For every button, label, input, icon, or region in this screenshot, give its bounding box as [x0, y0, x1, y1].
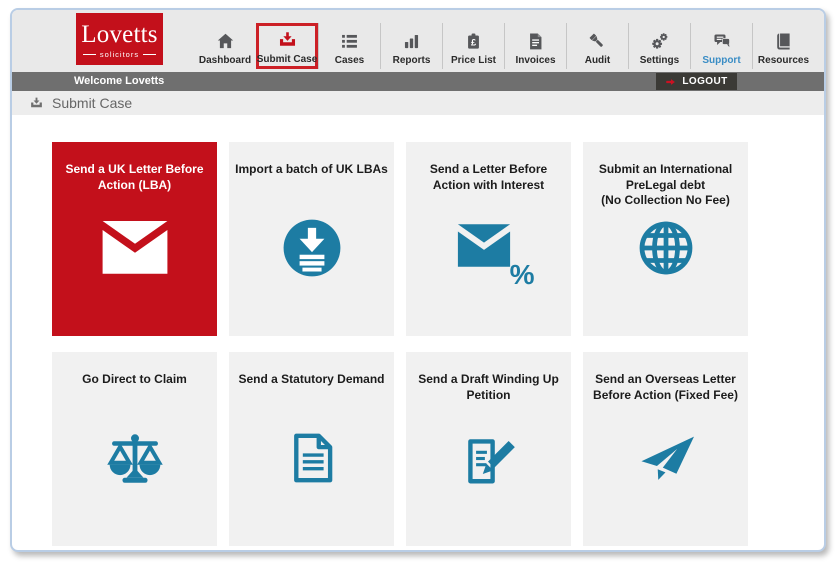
globe-icon [583, 212, 748, 284]
breadcrumb: Submit Case [12, 91, 824, 115]
tile-submit-international-prelegal-debt[interactable]: Submit an International PreLegal debt (N… [583, 142, 748, 336]
nav-item-audit[interactable]: Audit [566, 23, 628, 69]
tile-title: Submit an International PreLegal debt (N… [598, 162, 733, 208]
cases-list-icon [339, 28, 360, 52]
paper-plane-icon [583, 422, 748, 494]
welcome-text: Welcome Lovetts [74, 75, 165, 87]
nav-item-cases[interactable]: Cases [318, 23, 380, 69]
tile-go-direct-to-claim[interactable]: Go Direct to Claim [52, 352, 217, 546]
document-icon [229, 422, 394, 494]
envelope-icon [52, 212, 217, 284]
submit-case-breadcrumb-icon [31, 97, 42, 107]
welcome-bar: Welcome Lovetts LOGOUT [12, 72, 824, 91]
nav-item-price-list[interactable]: £ Price List [442, 23, 504, 69]
nav-label: Audit [584, 55, 611, 66]
tile-send-lba-with-interest[interactable]: Send a Letter Before Action with Interes… [406, 142, 571, 336]
svg-text:£: £ [471, 37, 476, 47]
tile-send-statutory-demand[interactable]: Send a Statutory Demand [229, 352, 394, 546]
logout-button[interactable]: LOGOUT [656, 73, 737, 90]
tile-title: Go Direct to Claim [82, 372, 187, 386]
scales-icon [52, 422, 217, 494]
tile-title: Send a Letter Before Action with Interes… [429, 162, 548, 192]
header: Lovetts solicitors Dashboard Submit Case [12, 10, 824, 72]
nav-label: Price List [450, 55, 497, 66]
nav-item-invoices[interactable]: Invoices [504, 23, 566, 69]
logo-tagline: solicitors [83, 50, 156, 59]
nav-item-resources[interactable]: Resources [752, 23, 814, 69]
bar-chart-icon [401, 28, 422, 52]
gears-icon [649, 28, 670, 52]
envelope-percent-icon: % [406, 212, 571, 288]
nav-label: Dashboard [198, 55, 252, 66]
logo-name: Lovetts [81, 20, 158, 48]
tile-title: Send a Statutory Demand [238, 372, 385, 386]
book-icon [773, 28, 794, 52]
tile-title: Import a batch of UK LBAs [235, 162, 388, 176]
nav-item-dashboard[interactable]: Dashboard [194, 23, 256, 69]
main-nav: Dashboard Submit Case Cases Reports £ Pr… [194, 23, 814, 69]
price-tag-icon: £ [463, 28, 484, 52]
nav-label: Support [702, 55, 741, 66]
chat-bubbles-icon [711, 28, 733, 52]
tile-title: Send a UK Letter Before Action (LBA) [65, 162, 204, 192]
nav-label: Invoices [515, 55, 556, 66]
logout-arrow-icon [666, 78, 676, 85]
lovetts-logo: Lovetts solicitors [76, 13, 163, 65]
nav-label: Settings [639, 55, 680, 66]
nav-item-reports[interactable]: Reports [380, 23, 442, 69]
nav-label: Submit Case [256, 54, 318, 65]
nav-item-settings[interactable]: Settings [628, 23, 690, 69]
tile-send-uk-lba[interactable]: Send a UK Letter Before Action (LBA) [52, 142, 217, 336]
nav-label: Resources [757, 55, 810, 66]
tile-import-batch-lbas[interactable]: Import a batch of UK LBAs [229, 142, 394, 336]
logout-label: LOGOUT [682, 76, 728, 87]
nav-label: Cases [334, 55, 365, 66]
nav-label: Reports [392, 55, 431, 66]
batch-import-icon [229, 212, 394, 284]
nav-item-support[interactable]: Support [690, 23, 752, 69]
page-title: Submit Case [52, 95, 133, 111]
document-pencil-icon [406, 422, 571, 494]
home-icon [215, 28, 236, 52]
submit-case-icon [277, 27, 298, 51]
app-window: Lovetts solicitors Dashboard Submit Case [10, 8, 826, 552]
tile-title: Send an Overseas Letter Before Action (F… [593, 372, 738, 402]
flashlight-icon [587, 28, 608, 52]
tile-send-overseas-lba[interactable]: Send an Overseas Letter Before Action (F… [583, 352, 748, 546]
tile-title: Send a Draft Winding Up Petition [418, 372, 559, 402]
percent-glyph: % [509, 258, 535, 290]
tile-send-draft-winding-up-petition[interactable]: Send a Draft Winding Up Petition [406, 352, 571, 546]
nav-item-submit-case[interactable]: Submit Case [256, 23, 318, 69]
invoice-icon [525, 28, 546, 52]
submit-case-tile-grid: Send a UK Letter Before Action (LBA) Imp… [52, 142, 772, 546]
